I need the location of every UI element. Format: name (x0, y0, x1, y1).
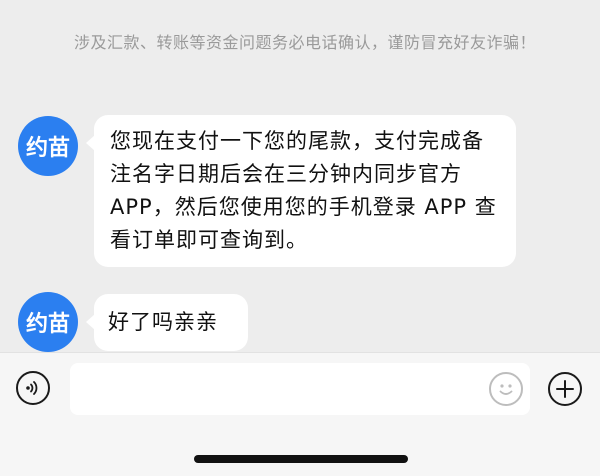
message-bubble[interactable]: 好了吗亲亲 (86, 294, 248, 351)
message-input[interactable] (70, 363, 530, 415)
plus-icon (556, 380, 574, 398)
message-bubble[interactable]: 您现在支付一下您的尾款，支付完成备注名字日期后会在三分钟内同步官方 APP，然后… (86, 115, 516, 267)
voice-icon (26, 381, 38, 395)
chat-area: 涉及汇款、转账等资金问题务必电话确认，谨防冒充好友诈骗！ 约苗 您现在支付一下您… (0, 0, 600, 352)
emoji-button[interactable] (489, 372, 523, 406)
input-bar (0, 352, 600, 476)
avatar[interactable]: 约苗 (18, 116, 78, 176)
emoji-icon (499, 384, 513, 395)
avatar[interactable]: 约苗 (18, 292, 78, 352)
home-indicator (194, 455, 408, 463)
plus-button[interactable] (548, 372, 582, 406)
system-notice: 涉及汇款、转账等资金问题务必电话确认，谨防冒充好友诈骗！ (74, 33, 537, 52)
voice-button[interactable] (16, 371, 50, 405)
